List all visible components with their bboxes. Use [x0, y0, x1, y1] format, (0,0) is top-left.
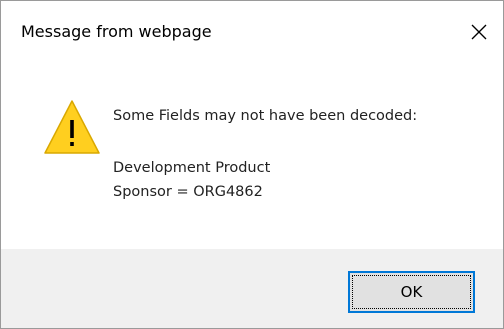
message-dialog: Message from webpage Some Fields may not…	[0, 0, 504, 329]
dialog-title: Message from webpage	[21, 22, 212, 41]
message-text-line-3: Sponsor = ORG4862	[113, 184, 263, 200]
close-button[interactable]	[456, 11, 502, 51]
warning-icon	[44, 100, 100, 154]
close-icon	[471, 24, 487, 40]
ok-button[interactable]: OK	[348, 271, 475, 313]
message-text-line-2: Development Product	[113, 160, 271, 176]
message-text-line-1: Some Fields may not have been decoded:	[113, 108, 418, 124]
ok-button-label: OK	[400, 283, 423, 301]
